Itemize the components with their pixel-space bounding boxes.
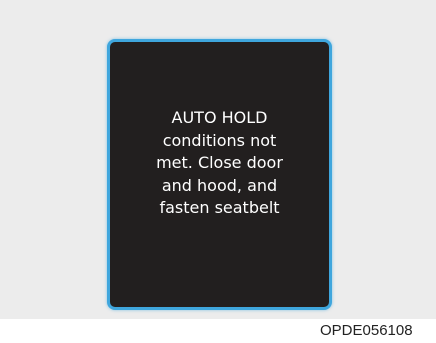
warning-message: AUTO HOLD conditions not met. Close door… <box>110 107 329 220</box>
message-line-2: conditions not <box>162 130 277 150</box>
message-line-3: met. Close door <box>156 153 283 172</box>
message-line-1: AUTO HOLD <box>171 108 268 127</box>
message-line-5: fasten seatbelt <box>159 198 280 217</box>
figure-code: OPDE056108 <box>320 322 413 339</box>
message-line-4: and hood, and <box>161 175 278 195</box>
cluster-display-screen: AUTO HOLD conditions not met. Close door… <box>107 39 332 310</box>
illustration-panel: AUTO HOLD conditions not met. Close door… <box>0 0 436 319</box>
